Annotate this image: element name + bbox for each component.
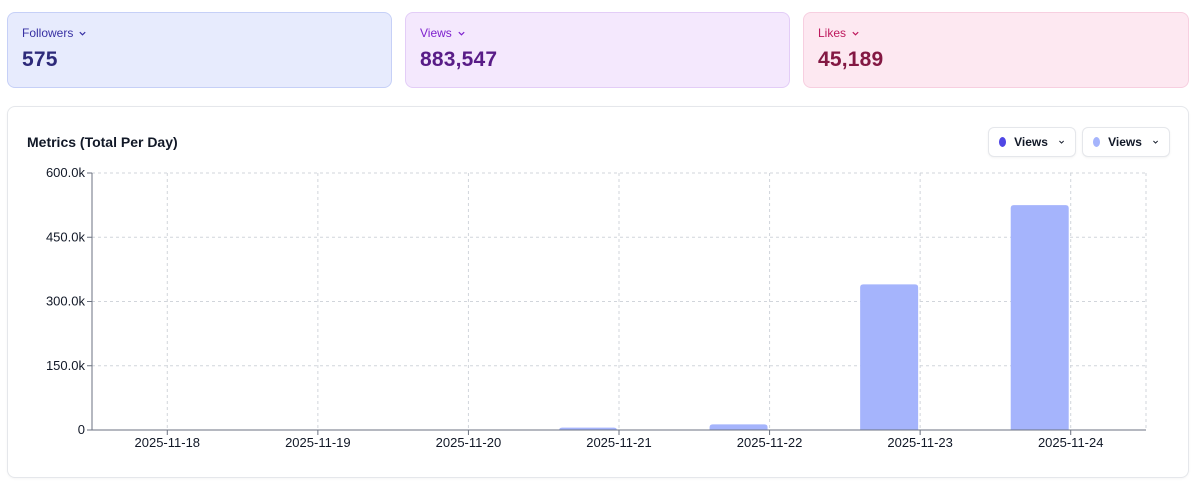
followers-label: Followers bbox=[22, 26, 74, 40]
likes-value: 45,189 bbox=[818, 48, 884, 71]
y-tick-label: 150.0k bbox=[46, 358, 86, 373]
views-metric-selector[interactable]: Views bbox=[420, 26, 775, 40]
x-tick-label: 2025-11-20 bbox=[436, 435, 502, 450]
bar-2025-11-24 bbox=[1010, 205, 1069, 430]
x-tick-label: 2025-11-18 bbox=[135, 435, 201, 450]
views-value: 883,547 bbox=[420, 48, 498, 71]
likes-metric-selector[interactable]: Likes bbox=[818, 26, 1174, 40]
views-card: Views 883,547 bbox=[405, 12, 790, 88]
views-label: Views bbox=[420, 26, 452, 40]
chevron-down-icon bbox=[852, 31, 859, 36]
bar-2025-11-22 bbox=[709, 424, 768, 430]
y-tick-label: 300.0k bbox=[46, 294, 86, 309]
x-tick-label: 2025-11-23 bbox=[887, 435, 953, 450]
x-tick-label: 2025-11-24 bbox=[1038, 435, 1104, 450]
y-tick-label: 600.0k bbox=[46, 165, 86, 180]
bar-2025-11-23 bbox=[860, 284, 919, 430]
metrics-chart-card: Metrics (Total Per Day) Views Views 0 150… bbox=[7, 106, 1189, 478]
followers-metric-selector[interactable]: Followers bbox=[22, 26, 377, 40]
followers-value: 575 bbox=[22, 48, 58, 71]
y-tick-label: 450.0k bbox=[46, 229, 86, 244]
x-tick-label: 2025-11-21 bbox=[586, 435, 652, 450]
x-tick-label: 2025-11-22 bbox=[737, 435, 803, 450]
y-tick-label: 0 bbox=[78, 422, 85, 437]
x-tick-label: 2025-11-19 bbox=[285, 435, 351, 450]
followers-card: Followers 575 bbox=[7, 12, 392, 88]
chevron-down-icon bbox=[79, 31, 86, 36]
chevron-down-icon bbox=[458, 31, 465, 36]
bar-chart: 0 150.0k 300.0k 450.0k 600.0k 2025-11-18 2025-… bbox=[46, 165, 1147, 450]
likes-card: Likes 45,189 bbox=[803, 12, 1189, 88]
likes-label: Likes bbox=[818, 26, 847, 40]
